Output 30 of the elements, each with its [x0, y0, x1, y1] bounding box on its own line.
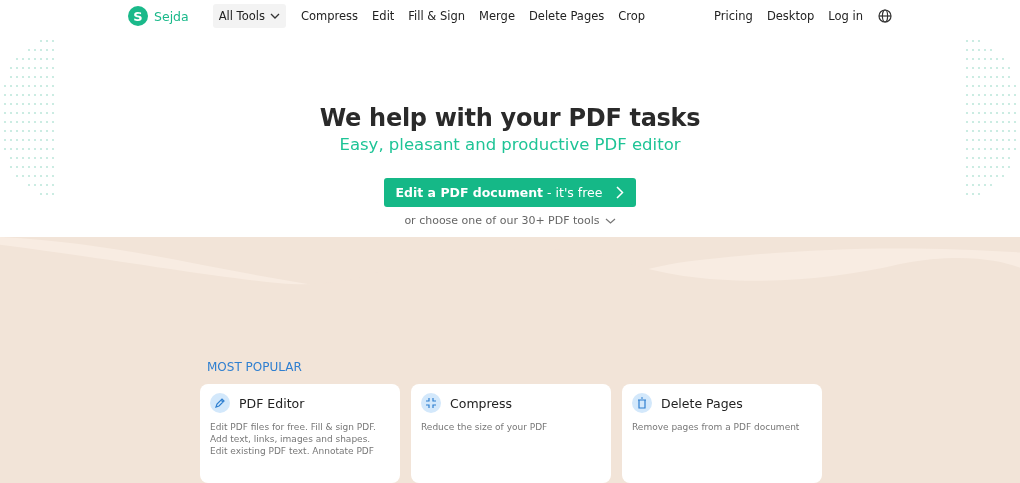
nav-link[interactable]: Edit — [372, 9, 395, 23]
nav-link[interactable]: Merge — [479, 9, 515, 23]
nav-link[interactable]: Compress — [300, 9, 359, 23]
globe-icon[interactable] — [878, 9, 892, 23]
more-tools-link[interactable]: or choose one of our 30+ PDF tools — [404, 214, 616, 227]
card-description: Remove pages from a PDF document — [632, 421, 801, 434]
card-title: PDF Editor — [239, 395, 305, 411]
nav-link[interactable]: Log in — [828, 9, 863, 23]
nav-link[interactable]: Crop — [618, 9, 646, 23]
nav-link[interactable]: Desktop — [766, 9, 815, 23]
hero-title: We help with your PDF tasks — [319, 104, 701, 132]
card-description: Reduce the size of your PDF — [421, 421, 549, 434]
hero-subtitle: Easy, pleasant and productive PDF editor — [339, 135, 681, 154]
chevron-icon — [604, 217, 616, 224]
card-title: Delete Pages — [661, 395, 743, 411]
trash-icon — [632, 393, 652, 413]
section-heading: MOST POPULAR — [207, 360, 303, 374]
pencil-icon — [210, 393, 230, 413]
tool-card[interactable]: Delete Pages Remove pages from a PDF document — [622, 384, 822, 483]
tool-card[interactable]: Compress Reduce the size of your PDF — [411, 384, 611, 483]
nav-link[interactable]: Delete Pages — [529, 9, 605, 23]
nav-link[interactable]: Fill & Sign — [408, 9, 466, 23]
tool-card[interactable]: PDF Editor Edit PDF files for free. Fill & sign PDF. Add text, links, images and shapes. Edit existing PDF text. Annotate PDF — [200, 384, 400, 483]
compress-icon — [421, 393, 441, 413]
chevron-icon — [269, 13, 280, 19]
chevron-right-icon — [616, 186, 625, 199]
card-title: Compress — [450, 395, 513, 411]
all-tools-dropdown[interactable]: All Tools — [212, 4, 286, 28]
nav-link[interactable]: Pricing — [714, 9, 753, 23]
card-description: Edit PDF files for free. Fill & sign PDF. Add text, links, images and shapes. Edit existing PDF text. Annotate PDF — [210, 421, 377, 458]
